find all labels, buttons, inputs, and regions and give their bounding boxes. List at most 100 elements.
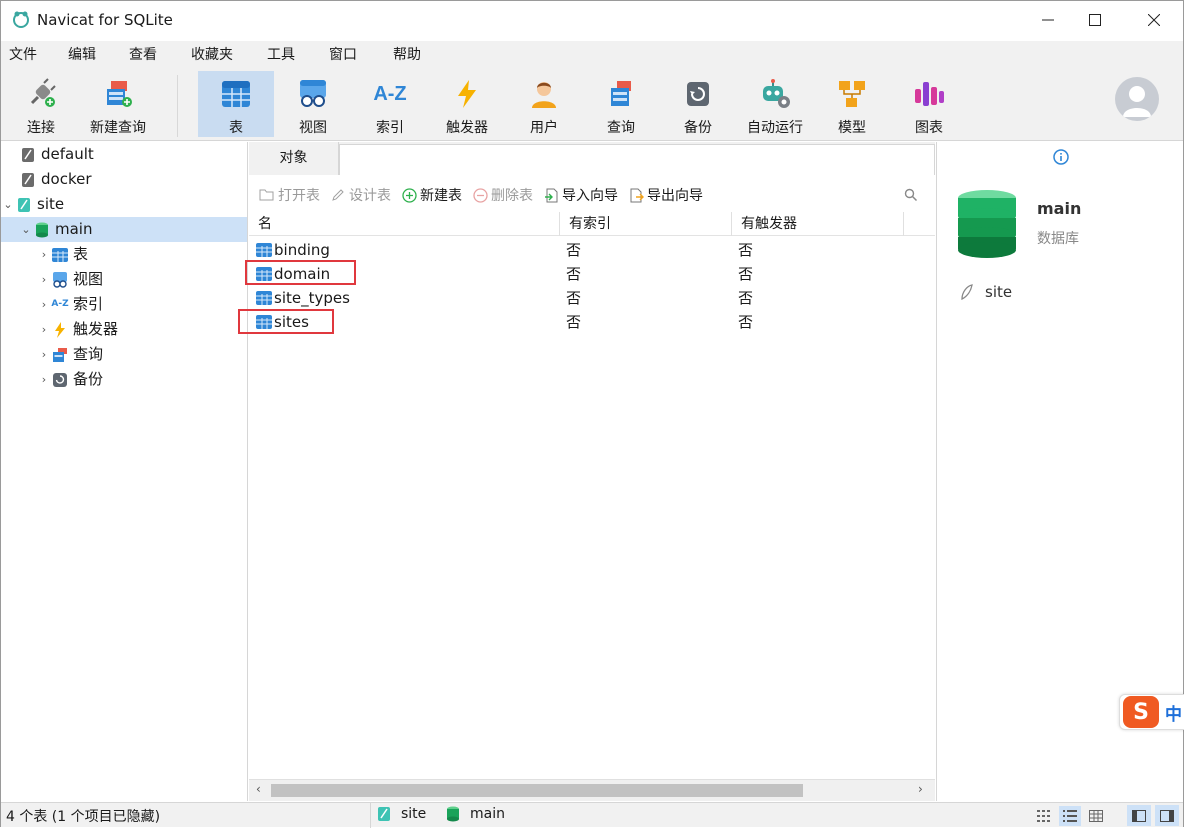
tree-node-label: 视图 — [73, 270, 104, 288]
tab-objects[interactable]: 对象 — [249, 142, 339, 175]
maximize-button[interactable] — [1072, 1, 1118, 39]
tree-node-label: site — [37, 195, 65, 213]
user-label: 用户 — [530, 120, 558, 136]
tree-database-main[interactable]: ⌄ main — [1, 217, 247, 242]
chevron-right-icon[interactable]: › — [37, 367, 51, 392]
grid-view-icon[interactable] — [1033, 806, 1055, 826]
tree-group-queries[interactable]: › 查询 — [37, 342, 247, 367]
delete-table-button[interactable]: 删除表 — [472, 185, 533, 205]
az-index-icon: A-Z — [51, 299, 69, 309]
scroll-right-icon[interactable]: › — [918, 782, 923, 796]
sqlite-connection-active-icon — [378, 807, 390, 821]
row-has-index: 否 — [566, 241, 582, 259]
menu-help[interactable]: 帮助 — [393, 41, 421, 69]
table-row[interactable]: binding 否 否 — [249, 238, 935, 262]
query-button[interactable]: 查询 — [591, 71, 651, 137]
design-table-button[interactable]: 设计表 — [330, 185, 391, 205]
account-avatar[interactable] — [1115, 77, 1159, 121]
close-button[interactable] — [1131, 1, 1177, 39]
query-icon — [611, 81, 631, 106]
connect-button[interactable]: 连接 — [11, 71, 71, 137]
object-toolbar: 打开表 设计表 新建表 删除表 导入向导 导出向导 — [249, 178, 935, 212]
tree-group-triggers[interactable]: › 触发器 — [37, 317, 247, 342]
view-button[interactable]: 视图 — [283, 71, 343, 137]
scroll-left-icon[interactable]: ‹ — [256, 782, 261, 796]
row-name: site_types — [274, 289, 350, 307]
index-button[interactable]: A-Z 索引 — [360, 71, 420, 137]
tree-connection-site[interactable]: ⌄ site — [1, 192, 247, 217]
new-query-button[interactable]: 新建查询 — [83, 71, 153, 137]
detail-view-icon[interactable] — [1085, 806, 1107, 826]
chevron-right-icon[interactable]: › — [37, 242, 51, 267]
row-has-trigger: 否 — [738, 265, 754, 283]
minimize-button[interactable] — [1025, 1, 1071, 39]
menu-file[interactable]: 文件 — [9, 41, 37, 69]
menu-tools[interactable]: 工具 — [267, 41, 295, 69]
ime-badge[interactable]: S 中 — [1119, 694, 1184, 730]
column-header-has-index[interactable]: 有索引 — [560, 212, 732, 236]
chart-label: 图表 — [915, 120, 943, 136]
tree-connection-docker[interactable]: docker — [5, 167, 247, 192]
chart-button[interactable]: 图表 — [899, 71, 959, 137]
tree-node-label: 索引 — [73, 295, 104, 313]
import-icon — [544, 188, 557, 202]
info-object-type: 数据库 — [1037, 231, 1079, 247]
table-row[interactable]: site_types 否 否 — [249, 286, 935, 310]
trigger-button[interactable]: 触发器 — [437, 71, 497, 137]
user-button[interactable]: 用户 — [514, 71, 574, 137]
database-icon — [447, 806, 459, 822]
tree-group-tables[interactable]: › 表 — [37, 242, 247, 267]
row-name: binding — [274, 241, 330, 259]
objects-pane: 对象 打开表 设计表 新建表 删除表 导入向导 导出向导 名 有索引 有触发器 … — [238, 142, 935, 801]
status-database-label: main — [470, 806, 505, 822]
table-row[interactable]: domain 否 否 — [249, 262, 935, 286]
column-header-name[interactable]: 名 — [249, 212, 560, 236]
menu-window[interactable]: 窗口 — [329, 41, 357, 69]
open-table-button[interactable]: 打开表 — [259, 185, 320, 205]
status-bar: 4 个表 (1 个项目已隐藏) site main — [1, 802, 1183, 828]
scrollbar-thumb[interactable] — [271, 784, 803, 797]
tree-group-backups[interactable]: › 备份 — [37, 367, 247, 392]
chevron-right-icon[interactable]: › — [37, 267, 51, 292]
pencil-icon — [332, 189, 344, 201]
lightning-icon — [458, 80, 476, 108]
column-header-has-trigger[interactable]: 有触发器 — [732, 212, 904, 236]
table-button[interactable]: 表 — [198, 71, 274, 137]
sqlite-connection-icon — [22, 172, 34, 187]
user-icon — [532, 82, 556, 108]
toggle-right-pane-icon[interactable] — [1155, 805, 1179, 826]
tree-group-indexes[interactable]: › A-Z 索引 — [37, 292, 247, 317]
chevron-down-icon[interactable]: ⌄ — [1, 192, 15, 217]
close-icon — [1148, 14, 1160, 26]
menu-favorites[interactable]: 收藏夹 — [191, 41, 233, 69]
plug-icon — [30, 78, 56, 107]
chevron-down-icon[interactable]: ⌄ — [19, 217, 33, 242]
tree-connection-default[interactable]: default — [5, 142, 247, 167]
import-wizard-button[interactable]: 导入向导 — [543, 185, 618, 205]
model-button[interactable]: 模型 — [822, 71, 882, 137]
query-icon — [53, 347, 67, 362]
list-view-icon[interactable] — [1059, 806, 1081, 826]
status-divider — [370, 803, 371, 828]
sqlite-feather-icon — [961, 284, 973, 301]
tree-group-views[interactable]: › 视图 — [37, 267, 247, 292]
automation-button[interactable]: 自动运行 — [741, 71, 809, 137]
title-bar: Navicat for SQLite — [1, 1, 1183, 39]
backup-button[interactable]: 备份 — [668, 71, 728, 137]
toggle-left-pane-icon[interactable] — [1127, 805, 1151, 826]
menu-edit[interactable]: 编辑 — [68, 41, 96, 69]
export-wizard-button[interactable]: 导出向导 — [628, 185, 703, 205]
avatar-person-icon — [1123, 86, 1151, 117]
info-connection-label: site — [985, 283, 1013, 301]
menu-view[interactable]: 查看 — [129, 41, 157, 69]
navicat-logo-icon — [13, 11, 29, 28]
new-table-button[interactable]: 新建表 — [401, 185, 462, 205]
info-icon[interactable] — [1053, 149, 1069, 165]
automation-label: 自动运行 — [747, 120, 803, 136]
search-icon[interactable] — [904, 188, 918, 202]
chevron-right-icon[interactable]: › — [37, 292, 51, 317]
horizontal-scrollbar[interactable]: ‹ › — [249, 779, 935, 801]
chevron-right-icon[interactable]: › — [37, 342, 51, 367]
table-row[interactable]: sites 否 否 — [249, 310, 935, 334]
chevron-right-icon[interactable]: › — [37, 317, 51, 342]
